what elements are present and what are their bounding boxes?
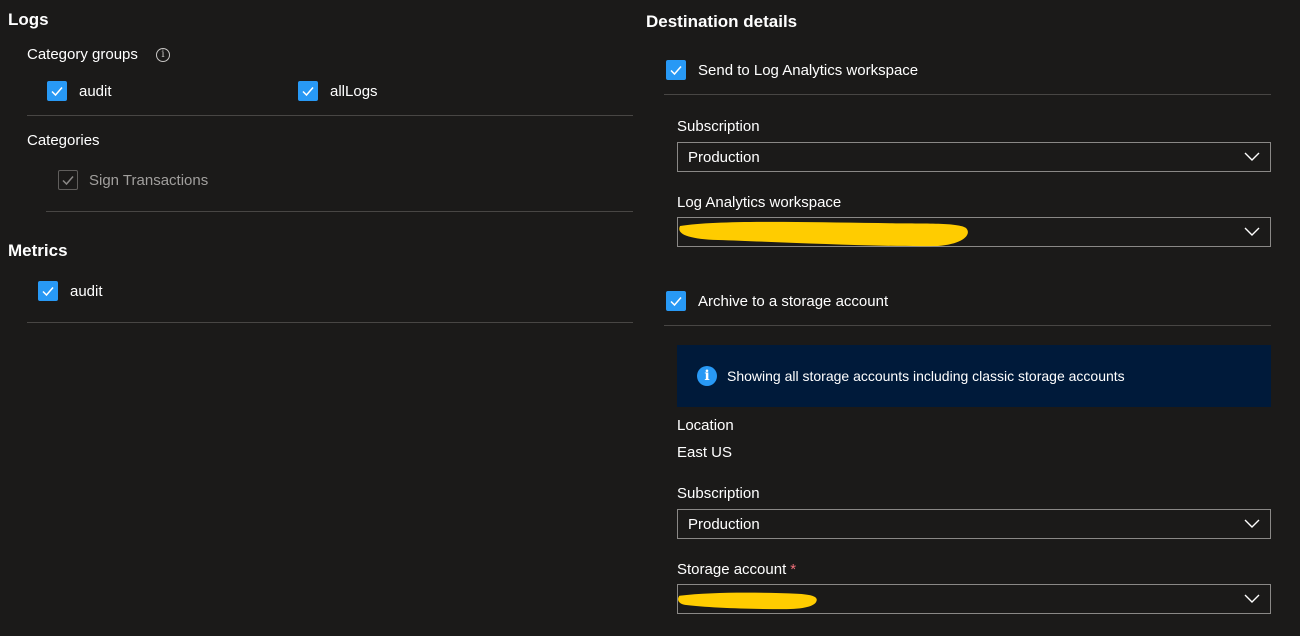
la-subscription-value: Production [688, 149, 760, 166]
checkmark-icon [670, 66, 682, 76]
la-subscription-dropdown[interactable]: Production [677, 142, 1271, 172]
divider [46, 211, 633, 212]
location-value: East US [677, 444, 733, 461]
checkmark-icon [51, 87, 63, 97]
storage-account-dropdown[interactable] [677, 584, 1271, 614]
sa-subscription-label: Subscription [677, 485, 760, 502]
redaction-mark [679, 221, 968, 247]
sa-subscription-dropdown[interactable]: Production [677, 509, 1271, 539]
checkmark-icon [670, 297, 682, 307]
alllogs-label: allLogs [330, 83, 378, 100]
storage-account-label: Storage account * [677, 561, 796, 578]
category-groups-label: Category groups [27, 46, 138, 63]
sign-transactions-checkbox [58, 170, 78, 190]
audit-metric-checkbox[interactable] [38, 281, 58, 301]
checkmark-icon [302, 87, 314, 97]
send-to-log-analytics-label: Send to Log Analytics workspace [698, 62, 919, 79]
chevron-down-icon [1244, 227, 1260, 236]
la-workspace-label: Log Analytics workspace [677, 194, 842, 211]
alllogs-checkbox[interactable] [298, 81, 318, 101]
chevron-down-icon [1244, 152, 1260, 161]
divider [27, 322, 633, 323]
audit-log-checkbox[interactable] [47, 81, 67, 101]
sign-transactions-label: Sign Transactions [89, 172, 209, 189]
chevron-down-icon [1244, 594, 1260, 603]
storage-account-label-text: Storage account [677, 561, 787, 578]
destination-details-heading: Destination details [646, 12, 798, 31]
checkmark-icon [62, 176, 74, 186]
required-asterisk: * [790, 561, 797, 578]
location-label: Location [677, 417, 734, 434]
info-icon: i [697, 366, 717, 386]
archive-storage-checkbox[interactable] [666, 291, 686, 311]
chevron-down-icon [1244, 519, 1260, 528]
la-workspace-dropdown[interactable] [677, 217, 1271, 247]
divider [664, 325, 1271, 326]
divider [27, 115, 633, 116]
divider [664, 94, 1271, 95]
archive-storage-label: Archive to a storage account [698, 293, 889, 310]
categories-label: Categories [27, 132, 100, 149]
audit-metric-label: audit [70, 283, 103, 300]
redaction-mark [678, 592, 817, 610]
la-subscription-label: Subscription [677, 118, 760, 135]
info-banner: i Showing all storage accounts including… [677, 345, 1271, 407]
checkmark-icon [42, 287, 54, 297]
sa-subscription-value: Production [688, 516, 760, 533]
metrics-heading: Metrics [8, 241, 68, 260]
audit-log-label: audit [79, 83, 112, 100]
send-to-log-analytics-checkbox[interactable] [666, 60, 686, 80]
info-icon[interactable]: i [156, 48, 170, 62]
info-banner-text: Showing all storage accounts including c… [727, 368, 1125, 384]
logs-heading: Logs [8, 10, 49, 29]
